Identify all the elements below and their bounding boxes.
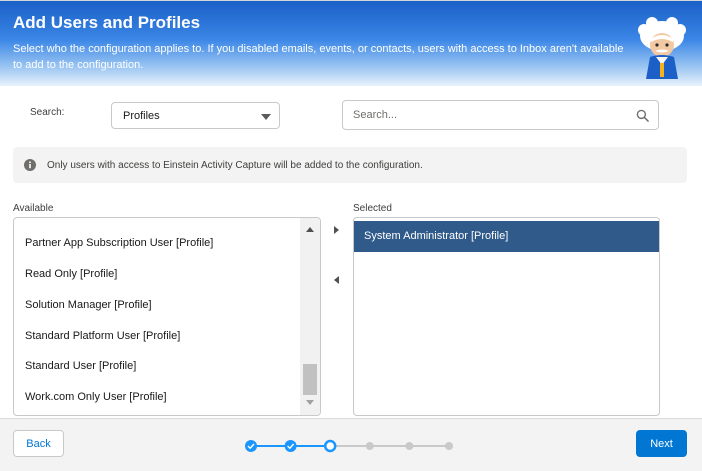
progress-step <box>245 440 257 452</box>
chevron-down-icon <box>261 114 271 120</box>
progress-step <box>405 442 414 450</box>
next-button[interactable]: Next <box>636 430 687 457</box>
scroll-up-icon[interactable] <box>306 227 314 232</box>
search-box <box>342 100 659 130</box>
modal-title: Add Users and Profiles <box>13 13 201 32</box>
modal-footer: Back Next <box>0 418 702 471</box>
einstein-mascot-icon <box>638 17 686 79</box>
scrollbar[interactable] <box>300 218 320 415</box>
scroll-thumb[interactable] <box>303 364 317 395</box>
list-item[interactable]: Work.com Only User [Profile] <box>14 382 300 412</box>
list-item[interactable]: Standard User [Profile] <box>14 351 300 381</box>
selected-list-item[interactable]: System Administrator [Profile] <box>354 221 659 252</box>
list-item[interactable]: Partner App Subscription User [Profile] <box>14 228 300 258</box>
list-item[interactable]: Minimum Access - Salesforce [Profile] <box>14 218 300 227</box>
modal-description: Select who the configuration applies to.… <box>13 43 624 71</box>
search-input[interactable] <box>343 101 658 129</box>
info-text: Only users with access to Einstein Activ… <box>47 160 423 171</box>
move-to-selected-button[interactable] <box>329 222 345 238</box>
list-item[interactable]: Solution Manager [Profile] <box>14 290 300 320</box>
move-to-available-button[interactable] <box>329 272 345 288</box>
arrow-left-icon <box>334 276 339 284</box>
back-button[interactable]: Back <box>13 430 64 457</box>
selected-listbox[interactable]: System Administrator [Profile] <box>353 217 660 416</box>
info-banner: Only users with access to Einstein Activ… <box>13 147 687 183</box>
scroll-down-icon[interactable] <box>306 400 314 405</box>
modal-header: Add Users and Profiles Select who the co… <box>0 0 702 86</box>
search-label: Search: <box>30 107 65 118</box>
info-icon <box>24 159 36 171</box>
progress-step <box>365 442 374 450</box>
arrow-right-icon <box>334 226 339 234</box>
progress-indicator <box>245 439 453 453</box>
search-icon[interactable] <box>636 109 649 122</box>
available-label: Available <box>13 203 54 214</box>
search-type-select[interactable]: Profiles <box>111 102 280 129</box>
progress-step <box>323 439 337 453</box>
list-item[interactable]: Standard Platform User [Profile] <box>14 321 300 351</box>
available-listbox[interactable]: Minimum Access - Salesforce [Profile] Pa… <box>13 217 321 416</box>
progress-step <box>284 440 297 452</box>
list-item[interactable]: Read Only [Profile] <box>14 259 300 289</box>
progress-step <box>445 442 453 450</box>
selected-label: Selected <box>353 203 392 214</box>
search-type-value: Profiles <box>123 110 160 122</box>
